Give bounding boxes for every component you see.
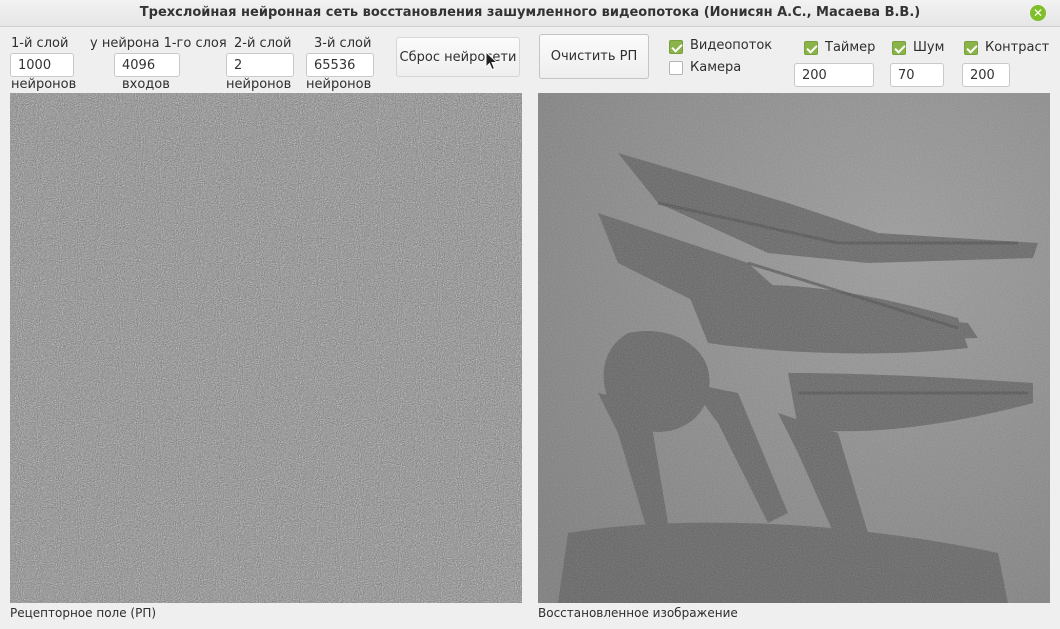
contrast-label: Контраст [985,40,1050,55]
timer-input[interactable] [794,63,874,87]
noise-label: Шум [913,40,945,55]
receptor-field-caption: Рецепторное поле (РП) [10,606,157,620]
video-stream-checkbox[interactable] [669,40,683,54]
layer2-label: 2-й слой [234,36,292,51]
window-title: Трехслойная нейронная сеть восстановлени… [139,5,921,20]
restored-image [538,93,1050,603]
inputs-per-neuron-input[interactable] [114,53,180,77]
window-titlebar: Трехслойная нейронная сеть восстановлени… [0,0,1060,27]
timer-label: Таймер [825,40,876,55]
inputs-label: у нейрона 1-го слоя [90,36,227,51]
camera-checkbox[interactable] [669,61,683,75]
mouse-pointer-icon [485,51,499,71]
layer1-neurons-input[interactable] [10,53,74,77]
layer3-unit: нейронов [306,77,372,92]
contrast-checkbox[interactable] [964,41,978,55]
reset-network-button[interactable]: Сброс нейросети [396,37,520,77]
noise-checkbox[interactable] [892,41,906,55]
restored-image-caption: Восстановленное изображение [538,606,738,620]
receptor-field-canvas [10,93,522,603]
clear-receptor-field-button[interactable]: Очистить РП [539,34,649,79]
noise-input[interactable] [890,63,944,87]
timer-checkbox[interactable] [804,41,818,55]
layer2-unit: нейронов [226,77,292,92]
layer3-neurons-input[interactable] [306,53,374,77]
layer1-label: 1-й слой [11,36,69,51]
close-icon[interactable]: ✕ [1030,5,1046,21]
restored-image-canvas [538,93,1050,603]
layer2-neurons-input[interactable] [226,53,294,77]
inputs-unit: входов [122,77,170,92]
video-stream-label: Видеопоток [690,38,773,53]
receptor-field-noise-image [10,93,522,603]
layer3-label: 3-й слой [314,36,372,51]
layer1-unit: нейронов [11,77,77,92]
camera-label: Камера [690,60,742,75]
contrast-input[interactable] [962,63,1010,87]
